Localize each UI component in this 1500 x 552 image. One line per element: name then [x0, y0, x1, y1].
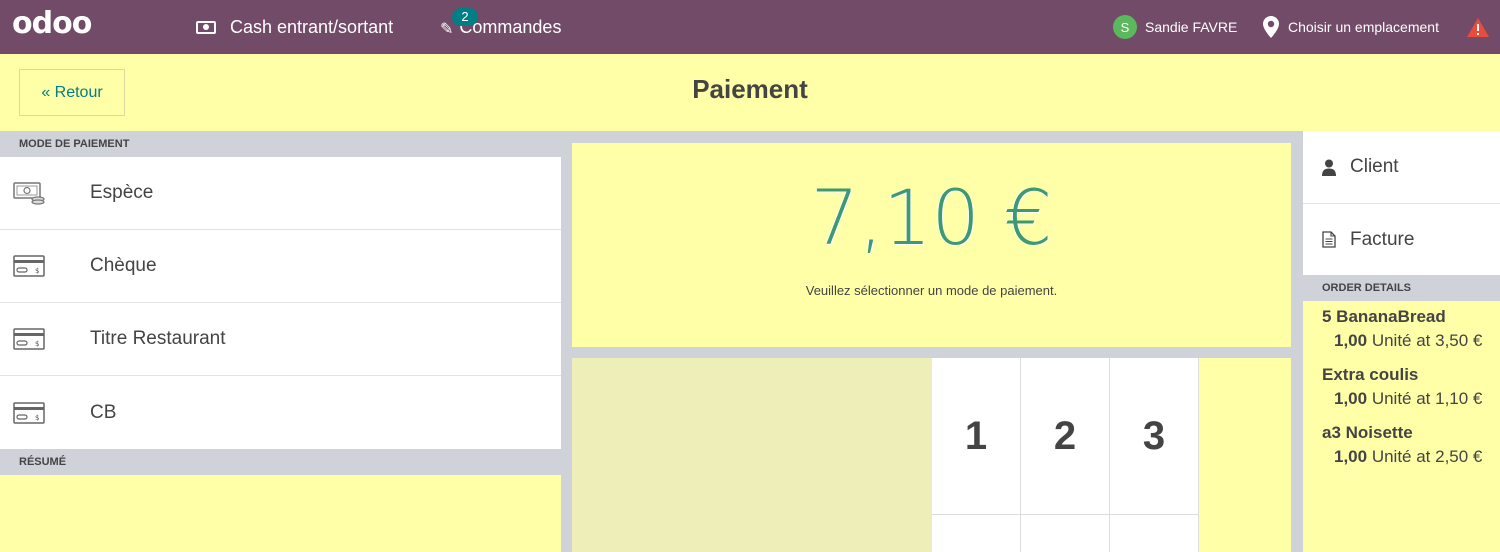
cashier-name: Sandie FAVRE	[1145, 19, 1238, 35]
cashier-selector[interactable]: S Sandie FAVRE	[1113, 0, 1237, 54]
numpad: 1 2 3	[932, 358, 1291, 552]
order-line-price: Unité at 3,50 €	[1367, 331, 1483, 350]
money-icon	[196, 20, 216, 34]
numpad-key-3[interactable]: 3	[1110, 358, 1199, 515]
card-icon: $	[13, 328, 45, 350]
summary-header: RÉSUMÉ	[0, 449, 561, 475]
payment-header: « Retour Paiement	[0, 54, 1500, 131]
avatar: S	[1113, 15, 1137, 39]
order-line-product: Extra coulis	[1322, 365, 1419, 384]
payment-method-card[interactable]: $ CB	[0, 376, 561, 449]
cash-in-out-label: Cash entrant/sortant	[230, 16, 394, 37]
file-text-icon	[1322, 231, 1336, 248]
payment-method-cheque[interactable]: $ Chèque	[0, 230, 561, 303]
order-line-price: Unité at 1,10 €	[1367, 389, 1483, 408]
map-pin-icon	[1263, 16, 1279, 38]
payment-method-cash[interactable]: Espèce	[0, 157, 561, 230]
order-details-header: ORDER DETAILS	[1303, 275, 1500, 301]
order-line-product: 5 BananaBread	[1322, 307, 1446, 326]
orders-button[interactable]: ✎ 2 Commandes	[440, 0, 561, 54]
sync-status-button[interactable]	[1466, 0, 1490, 54]
cash-in-out-button[interactable]: Cash entrant/sortant	[196, 0, 393, 54]
order-line-qty: 1,00	[1334, 389, 1368, 408]
right-panel: Client Facture ORDER DETAILS 5 BananaBre…	[1303, 131, 1500, 552]
order-line-info: 1,00 Unité at 1,10 €	[1322, 389, 1500, 409]
payment-methods-list: Espèce $ Chèque $ Titre Restaurant $ CB	[0, 157, 561, 449]
card-icon: $	[13, 255, 45, 277]
payment-lines-area	[572, 358, 932, 552]
payment-method-label: Espèce	[90, 182, 154, 203]
order-details-list: 5 BananaBread 1,00 Unité at 3,50 € Extra…	[1303, 301, 1500, 552]
order-line-info: 1,00 Unité at 3,50 €	[1322, 331, 1500, 351]
warning-icon	[1467, 18, 1489, 37]
location-label: Choisir un emplacement	[1288, 19, 1439, 35]
svg-text:$: $	[35, 267, 39, 275]
svg-text:$: $	[35, 414, 39, 422]
numpad-key[interactable]	[1110, 515, 1199, 552]
payment-method-meal-voucher[interactable]: $ Titre Restaurant	[0, 303, 561, 376]
invoice-button[interactable]: Facture	[1303, 203, 1500, 275]
invoice-label: Facture	[1350, 228, 1415, 250]
card-icon: $	[13, 401, 45, 424]
payment-method-label: Titre Restaurant	[90, 328, 226, 349]
order-line-product: a3 Noisette	[1322, 423, 1413, 442]
user-icon	[1322, 159, 1336, 176]
summary-area	[0, 475, 561, 552]
odoo-logo: odoo	[12, 6, 92, 41]
cash-icon	[13, 182, 45, 205]
page-title: Paiement	[692, 74, 808, 104]
top-navbar: odoo Cash entrant/sortant ✎ 2 Commandes …	[0, 0, 1500, 54]
location-selector[interactable]: Choisir un emplacement	[1262, 0, 1439, 54]
payment-method-label: Chèque	[90, 255, 157, 276]
orders-count-badge: 2	[452, 8, 478, 26]
select-payment-hint: Veuillez sélectionner un mode de paiemen…	[805, 283, 1058, 298]
payment-methods-header: MODE DE PAIEMENT	[0, 131, 561, 157]
order-line-price: Unité at 2,50 €	[1367, 447, 1483, 466]
order-line: a3 Noisette 1,00 Unité at 2,50 €	[1322, 423, 1500, 467]
numpad-key[interactable]	[1021, 515, 1110, 552]
payment-methods-panel: MODE DE PAIEMENT Espèce $ Chèque $ Titre…	[0, 131, 561, 552]
client-label: Client	[1350, 156, 1399, 177]
numpad-key[interactable]	[932, 515, 1021, 552]
numpad-key-2[interactable]: 2	[1021, 358, 1110, 515]
order-line: 5 BananaBread 1,00 Unité at 3,50 €	[1322, 307, 1500, 351]
svg-text:$: $	[35, 340, 39, 348]
ticket-icon: ✎	[440, 21, 454, 38]
order-line-info: 1,00 Unité at 2,50 €	[1322, 447, 1500, 467]
order-line: Extra coulis 1,00 Unité at 1,10 €	[1322, 365, 1500, 409]
numpad-key-1[interactable]: 1	[932, 358, 1021, 515]
order-line-qty: 1,00	[1334, 447, 1368, 466]
order-line-qty: 1,00	[1334, 331, 1368, 350]
total-amount: 7,10 €	[810, 173, 1053, 262]
client-button[interactable]: Client	[1303, 131, 1500, 203]
payment-method-label: CB	[90, 401, 117, 423]
amount-due-panel: 7,10 € Veuillez sélectionner un mode de …	[572, 143, 1291, 347]
